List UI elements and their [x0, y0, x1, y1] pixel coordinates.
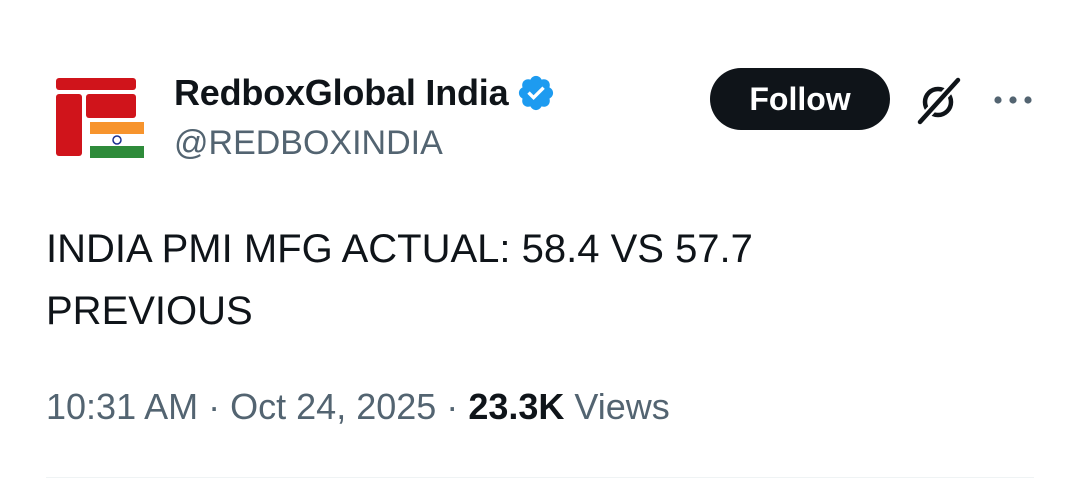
follow-button[interactable]: Follow [710, 68, 890, 130]
views-count: 23.3K [468, 386, 565, 427]
divider [46, 477, 1034, 478]
meta-separator: · [446, 386, 459, 427]
more-options-icon[interactable] [992, 90, 1034, 110]
handle[interactable]: @REDBOXINDIA [174, 124, 443, 163]
avatar[interactable] [52, 74, 148, 170]
tweet-text: INDIA PMI MFG ACTUAL: 58.4 VS 57.7 PREVI… [46, 218, 1006, 342]
tweet-date[interactable]: Oct 24, 2025 [230, 386, 436, 427]
verified-badge-icon[interactable] [516, 73, 556, 113]
author-name-row: RedboxGlobal India [174, 70, 556, 116]
display-name[interactable]: RedboxGlobal India [174, 72, 509, 114]
tweet-text-line-1: INDIA PMI MFG ACTUAL: 58.4 VS 57.7 [46, 227, 753, 271]
redbox-india-logo-icon [56, 78, 144, 158]
tweet-meta: 10:31 AM · Oct 24, 2025 · 23.3K Views [46, 386, 670, 428]
tweet-time[interactable]: 10:31 AM [46, 386, 198, 427]
tweet-text-line-2: PREVIOUS [46, 289, 253, 333]
grok-icon[interactable] [912, 76, 964, 126]
meta-separator: · [208, 386, 221, 427]
views-label: Views [574, 386, 670, 427]
